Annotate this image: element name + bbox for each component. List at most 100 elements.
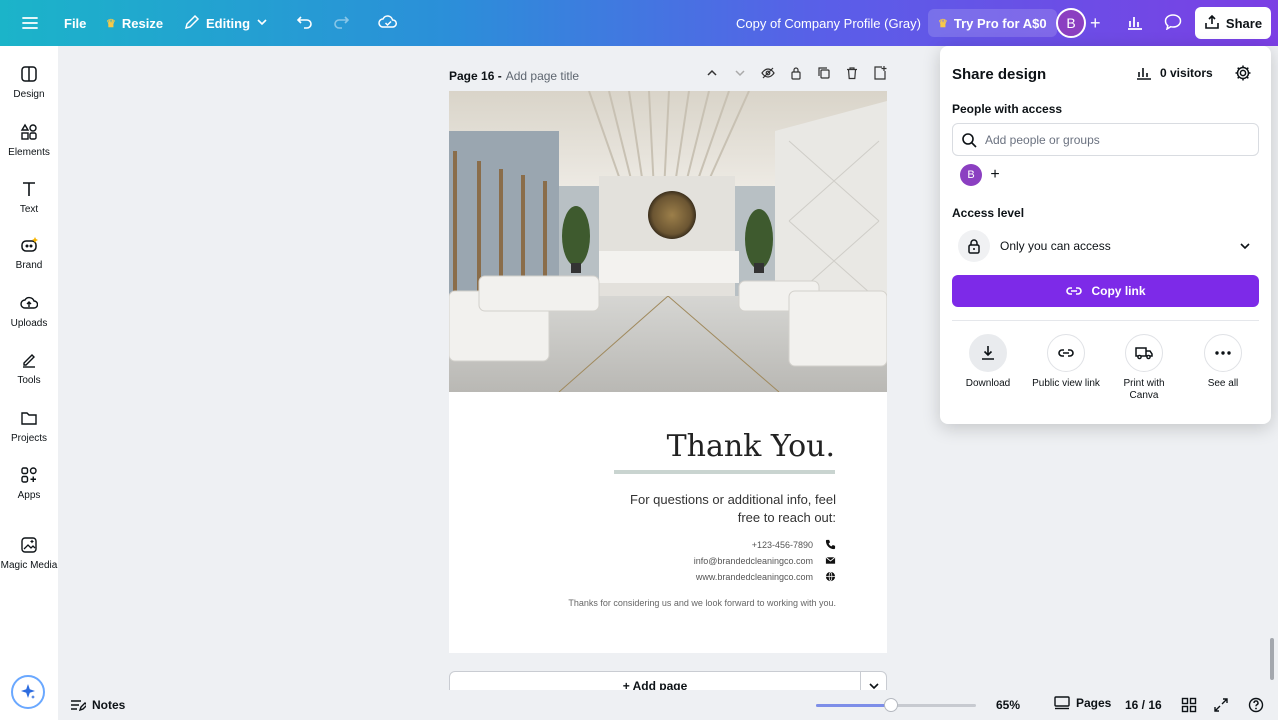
phone-text: +123-456-7890 xyxy=(751,539,813,550)
apps-icon xyxy=(21,467,37,483)
lobby-photo[interactable] xyxy=(449,91,887,392)
magic-media-icon xyxy=(21,537,37,553)
undo-icon xyxy=(296,14,314,33)
bar-chart-icon xyxy=(1137,68,1151,80)
notes-button[interactable]: Notes xyxy=(70,698,125,712)
sidebar-item-design[interactable]: Design xyxy=(0,65,58,100)
phone-icon xyxy=(825,539,836,550)
magic-assistant-button[interactable] xyxy=(11,675,45,709)
closing-text[interactable]: Thanks for considering us and we look fo… xyxy=(568,598,836,608)
sidebar-item-uploads[interactable]: Uploads xyxy=(0,294,58,329)
top-toolbar: File ♛ Resize Editing Copy of Company Pr… xyxy=(0,0,1278,46)
access-level-value: Only you can access xyxy=(1000,239,1111,253)
sidebar-item-label: Text xyxy=(19,204,39,215)
visitors-label: 0 visitors xyxy=(1160,66,1213,80)
sidebar-item-apps[interactable]: Apps xyxy=(0,466,58,501)
try-pro-label: Try Pro for A$0 xyxy=(953,15,1047,31)
fullscreen-icon[interactable] xyxy=(1213,697,1229,713)
download-label: Download xyxy=(965,378,1011,389)
trash-icon[interactable] xyxy=(845,66,859,80)
email-text: info@brandedcleaningco.com xyxy=(693,555,813,566)
plus-icon: + xyxy=(990,166,1000,183)
people-search-input[interactable] xyxy=(985,132,1245,147)
left-sidebar: Design Elements Text Brand Uploads Tools… xyxy=(0,46,58,720)
download-action[interactable]: Download xyxy=(947,334,1029,390)
uploads-icon xyxy=(20,296,38,309)
try-pro-button[interactable]: ♛ Try Pro for A$0 xyxy=(928,9,1057,37)
projects-icon xyxy=(21,412,37,425)
sidebar-item-magic-media[interactable]: Magic Media xyxy=(0,536,58,571)
hide-page-icon[interactable] xyxy=(761,66,775,80)
sidebar-item-elements[interactable]: Elements xyxy=(0,123,58,158)
visitors-button[interactable]: 0 visitors xyxy=(1136,66,1213,80)
people-search-field[interactable] xyxy=(952,123,1259,156)
sidebar-item-projects[interactable]: Projects xyxy=(0,409,58,444)
thank-you-heading[interactable]: Thank You. xyxy=(667,429,835,464)
design-page[interactable]: Thank You. For questions or additional i… xyxy=(449,91,887,653)
see-all-action[interactable]: See all xyxy=(1182,334,1264,390)
sidebar-item-label: Tools xyxy=(17,375,41,386)
chevron-down-icon[interactable] xyxy=(733,66,747,80)
sidebar-item-brand[interactable]: Brand xyxy=(0,236,58,271)
chevron-down-icon xyxy=(1240,243,1250,250)
resize-button[interactable]: ♛ Resize xyxy=(106,0,163,46)
copy-link-label: Copy link xyxy=(1091,284,1146,298)
file-menu[interactable]: File xyxy=(64,0,86,46)
contact-website[interactable]: www.brandedcleaningco.com xyxy=(696,571,836,582)
page-number: Page 16 - xyxy=(449,69,502,83)
zoom-slider-handle[interactable] xyxy=(884,698,898,712)
sidebar-item-label: Uploads xyxy=(10,318,48,329)
zoom-slider[interactable] xyxy=(816,698,976,712)
divider xyxy=(952,320,1259,321)
editing-dropdown[interactable]: Editing xyxy=(184,0,268,46)
user-avatar[interactable]: B xyxy=(1056,8,1086,38)
menu-button[interactable] xyxy=(20,0,40,46)
owner-avatar[interactable]: B xyxy=(960,164,982,186)
editing-label: Editing xyxy=(206,15,251,31)
public-view-link-label: Public view link xyxy=(1032,378,1100,389)
cloud-save-button[interactable] xyxy=(378,0,398,46)
document-title[interactable]: Copy of Company Profile (Gray) xyxy=(736,0,921,46)
copy-link-button[interactable]: Copy link xyxy=(952,275,1259,307)
redo-button[interactable] xyxy=(332,0,350,46)
people-with-access-label: People with access xyxy=(952,102,1063,116)
lock-icon[interactable] xyxy=(789,66,803,80)
chevron-down-icon xyxy=(256,16,268,31)
undo-button[interactable] xyxy=(296,0,314,46)
sidebar-item-tools[interactable]: Tools xyxy=(0,351,58,386)
resize-label: Resize xyxy=(121,15,164,31)
gear-icon[interactable] xyxy=(1234,64,1252,82)
bar-chart-icon xyxy=(1126,14,1144,33)
help-icon[interactable] xyxy=(1248,697,1264,713)
comments-button[interactable] xyxy=(1164,0,1182,46)
access-level-dropdown[interactable]: Only you can access xyxy=(952,230,1259,262)
cloud-check-icon xyxy=(378,14,398,33)
add-person-button[interactable]: + xyxy=(984,164,1006,186)
vertical-scrollbar[interactable] xyxy=(1270,638,1274,680)
design-icon xyxy=(21,66,37,82)
contact-email[interactable]: info@brandedcleaningco.com xyxy=(694,555,836,566)
grid-view-icon[interactable] xyxy=(1181,697,1197,713)
question-text-line1[interactable]: For questions or additional info, feel xyxy=(630,492,836,507)
notes-label: Notes xyxy=(92,698,126,712)
sidebar-item-label: Brand xyxy=(15,260,43,271)
print-with-canva-action[interactable]: Print with Canva xyxy=(1103,334,1185,402)
link-icon xyxy=(1047,334,1085,372)
chevron-up-icon[interactable] xyxy=(705,66,719,80)
contact-phone[interactable]: +123-456-7890 xyxy=(752,539,836,550)
truck-icon xyxy=(1125,334,1163,372)
sidebar-item-label: Magic Media xyxy=(0,560,58,571)
duplicate-icon[interactable] xyxy=(817,66,831,80)
page-title-input[interactable]: Add page title xyxy=(506,69,579,83)
comment-icon xyxy=(1164,13,1182,33)
share-button[interactable]: Share xyxy=(1195,7,1271,39)
analytics-button[interactable] xyxy=(1126,0,1144,46)
public-view-link-action[interactable]: Public view link xyxy=(1025,334,1107,390)
add-collaborator-button[interactable]: + xyxy=(1090,0,1101,46)
sidebar-item-text[interactable]: Text xyxy=(0,180,58,215)
divider-line[interactable] xyxy=(614,470,835,474)
pages-button[interactable]: Pages xyxy=(1054,696,1111,710)
question-text-line2[interactable]: free to reach out: xyxy=(738,510,836,525)
zoom-value[interactable]: 65% xyxy=(996,698,1020,712)
add-page-icon[interactable] xyxy=(873,66,887,80)
